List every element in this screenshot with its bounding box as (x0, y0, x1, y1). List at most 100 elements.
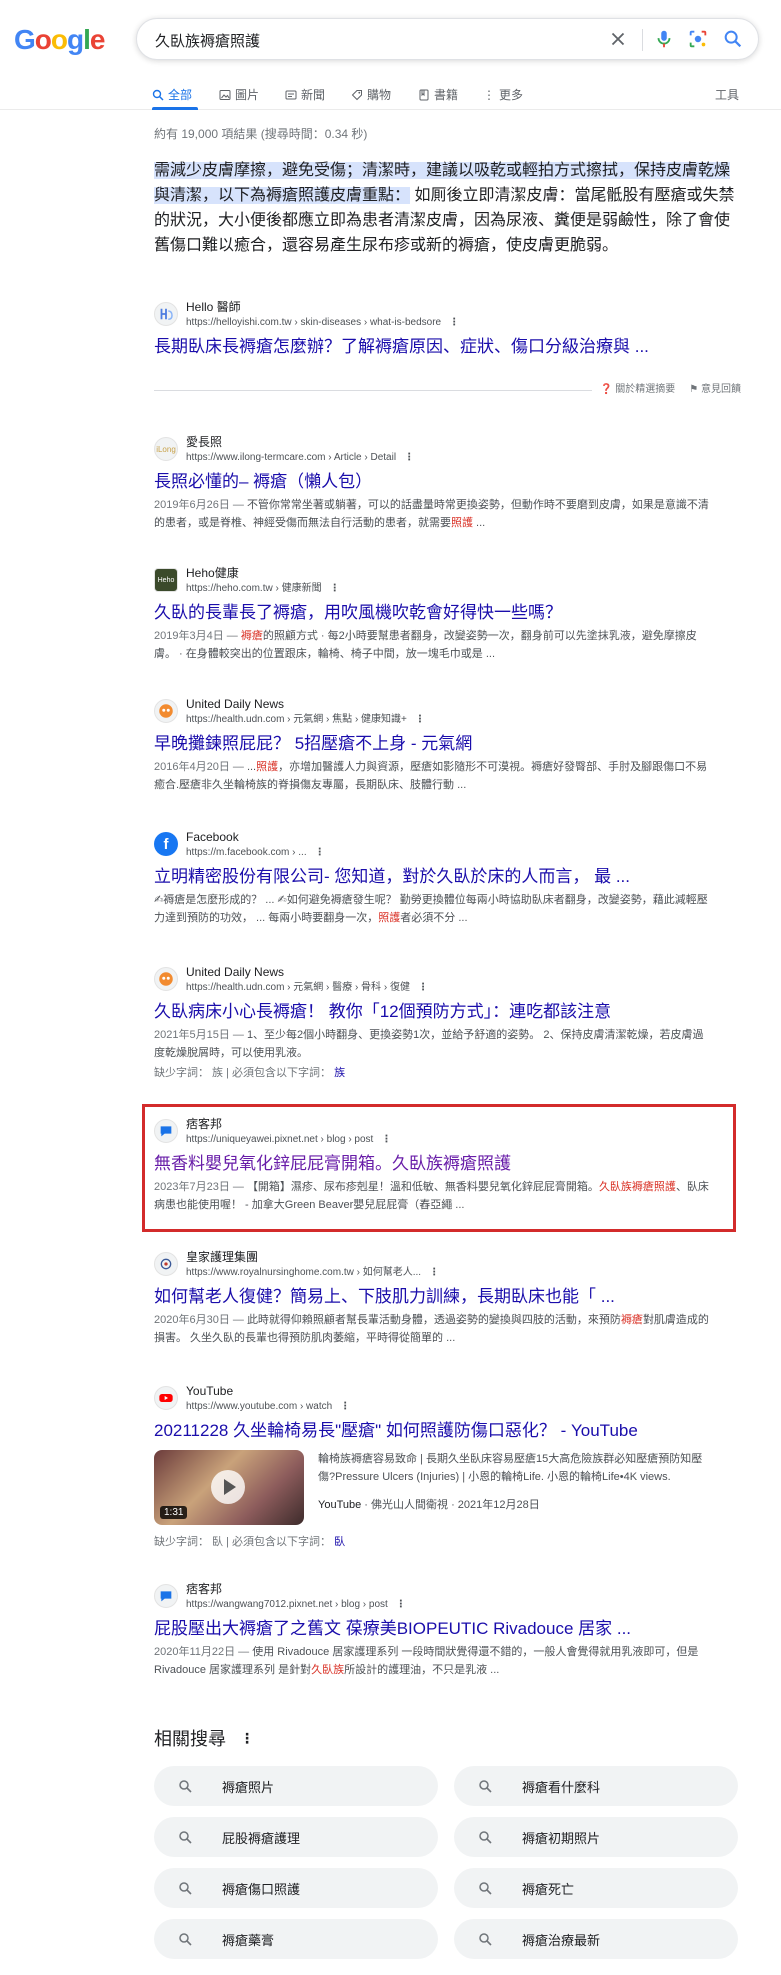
result-title-link[interactable]: 無香料嬰兒氧化鋅屁屁膏開箱。久臥族褥瘡照護 (154, 1153, 714, 1175)
news-icon (285, 90, 297, 99)
result-site-name: United Daily News (186, 697, 285, 711)
search-box[interactable]: 久臥族褥瘡照護 (136, 18, 759, 60)
video-result: YouTube https://www.youtube.com › watch ⋮… (154, 1384, 744, 1549)
result-title-link[interactable]: 如何幫老人復健？簡易上、下肢肌力訓練，長期臥床也能「 ... (154, 1286, 714, 1308)
search-tabs: 全部 圖片 新聞 購物 書籍 ⋮ 更多 工具 (0, 80, 781, 110)
related-search-chip[interactable]: 屁股褥瘡護理 (154, 1817, 438, 1857)
play-icon[interactable] (211, 1470, 245, 1504)
related-search-chip[interactable]: 褥瘡治療最新 (454, 1919, 738, 1959)
result-title-link[interactable]: 長期臥床長褥瘡怎麼辦？了解褥瘡原因、症狀、傷口分級治療與 ... (154, 336, 714, 358)
search-input[interactable]: 久臥族褥瘡照護 (155, 30, 260, 51)
result-snippet: 2019年6月26日 — 不管你常常坐著或躺著，可以的話盡量時常更換姿勢，但動作… (154, 499, 709, 529)
royal-nursing-favicon (154, 1252, 178, 1276)
missing-terms: 缺少字詞： 臥 | 必須包含以下字詞： 臥 (154, 1536, 346, 1548)
book-icon (419, 89, 429, 100)
more-options-icon[interactable]: ⋮ (240, 1730, 254, 1747)
search-result: 皇家護理集團 https://www.royalnursinghome.com.… (154, 1250, 714, 1347)
search-icon (179, 1882, 192, 1895)
heho-favicon: Heho (154, 568, 178, 592)
udn-favicon (154, 967, 178, 991)
more-options-icon[interactable]: ⋮ (429, 1267, 439, 1278)
tab-shopping[interactable]: 購物 (351, 86, 391, 103)
result-title-link[interactable]: 久臥的長輩長了褥瘡，用吹風機吹乾會好得快一些嗎？ (154, 602, 714, 624)
facebook-favicon: f (154, 832, 178, 856)
more-options-icon[interactable]: ⋮ (415, 714, 425, 725)
video-meta: YouTube · 佛光山人間衛視 · 2021年12月28日 (318, 1499, 540, 1511)
pixnet-favicon (154, 1584, 178, 1608)
result-site-name: Hello 醫師 (186, 300, 241, 314)
image-icon (219, 89, 231, 100)
feedback-link[interactable]: ⚑ 意見回饋 (689, 380, 741, 395)
search-divider (642, 29, 643, 51)
result-url: https://helloyishi.com.tw › skin-disease… (186, 317, 460, 328)
search-result: 痞客邦 https://uniqueyawei.pixnet.net › blo… (154, 1117, 714, 1214)
related-search-chip[interactable]: 褥瘡死亡 (454, 1868, 738, 1908)
ilong-favicon: iLong (154, 437, 178, 461)
result-site-name: Facebook (186, 830, 239, 844)
youtube-favicon (154, 1386, 178, 1410)
result-snippet: 2016年4月20日 — ...照護，亦增加醫護人力與資源，壓瘡如影隨形不可漠視… (154, 761, 708, 791)
result-title-link[interactable]: 長照必懂的– 褥瘡（懶人包） (154, 471, 714, 493)
mic-icon[interactable] (653, 28, 675, 50)
lens-icon[interactable] (687, 28, 709, 50)
tab-news[interactable]: 新聞 (285, 86, 325, 103)
result-title-link[interactable]: 久臥病床小心長褥瘡！ 教你「12個預防方式」：連吃都該注意 (154, 1001, 714, 1023)
required-term-link[interactable]: 族 (334, 1067, 345, 1079)
more-options-icon[interactable]: ⋮ (340, 1401, 350, 1412)
result-url: https://www.ilong-termcare.com › Article… (186, 452, 415, 463)
result-title-link[interactable]: 立明精密股份有限公司- 您知道，對於久臥於床的人而言， 最 ... (154, 866, 714, 888)
result-site-name: 痞客邦 (186, 1117, 223, 1131)
related-search-chip[interactable]: 褥瘡看什麼科 (454, 1766, 738, 1806)
video-description: 輪椅族褥瘡容易致命 | 長期久坐臥床容易壓瘡15大高危險族群必知壓瘡預防知壓傷?… (318, 1453, 703, 1483)
result-snippet: ✍褥瘡是怎麼形成的？ ... ✍如何避免褥瘡發生呢？ 勤勞更換體位每兩小時協助臥… (154, 894, 708, 924)
related-search-chip[interactable]: 褥瘡初期照片 (454, 1817, 738, 1857)
related-search-chip[interactable]: 褥瘡傷口照護 (154, 1868, 438, 1908)
result-snippet: 2021年5月15日 — 1、至少每2個小時翻身、更換姿勢1次，並給予舒適的姿勢… (154, 1029, 704, 1059)
result-url: https://health.udn.com › 元氣網 › 焦點 › 健康知識… (186, 714, 425, 725)
header: Google 久臥族褥瘡照護 (0, 0, 781, 78)
search-icon (179, 1831, 192, 1844)
result-title-link[interactable]: 早晚攤鍊照屁屁？ 5招壓瘡不上身 - 元氣網 (154, 733, 714, 755)
related-search-chip[interactable]: 褥瘡藥膏 (154, 1919, 438, 1959)
video-thumbnail[interactable]: 1:31 (154, 1450, 304, 1525)
result-stats: 約有 19,000 項結果 (搜尋時間：0.34 秒) (154, 127, 368, 141)
clear-icon[interactable] (607, 28, 629, 50)
google-logo[interactable]: Google (14, 24, 105, 56)
active-tab-indicator (152, 107, 198, 110)
search-result: 痞客邦 https://wangwang7012.pixnet.net › bl… (154, 1582, 714, 1679)
tools-button[interactable]: 工具 (715, 86, 739, 103)
feedback-icon: ⚑ (689, 384, 699, 395)
result-site-name: 愛長照 (186, 435, 223, 449)
more-options-icon[interactable]: ⋮ (381, 1134, 391, 1145)
result-title-link[interactable]: 屁股壓出大褥瘡了之舊文 葆療美BIOPEUTIC Rivadouce 居家 ..… (154, 1618, 714, 1640)
search-icon (479, 1831, 492, 1844)
related-search-chip[interactable]: 褥瘡照片 (154, 1766, 438, 1806)
more-options-icon[interactable]: ⋮ (396, 1599, 406, 1610)
more-options-icon[interactable]: ⋮ (418, 982, 428, 993)
snippet-footer: ❓ 關於精選摘要 ⚑ 意見回饋 (592, 380, 741, 395)
search-icon (179, 1933, 192, 1946)
result-site-name: 皇家護理集團 (186, 1250, 259, 1264)
tab-label: 圖片 (235, 88, 260, 102)
search-result: United Daily News https://health.udn.com… (154, 697, 714, 794)
tag-icon (351, 89, 362, 100)
tab-more[interactable]: ⋮ 更多 (483, 86, 523, 103)
result-url: https://health.udn.com › 元氣網 › 醫療 › 骨科 ›… (186, 982, 428, 993)
search-icon[interactable] (722, 28, 744, 50)
tab-label: 書籍 (434, 88, 459, 102)
video-title-link[interactable]: 20211228 久坐輪椅易長"壓瘡" 如何照護防傷口惡化？ - YouTube (154, 1420, 714, 1442)
tab-images[interactable]: 圖片 (219, 86, 259, 103)
help-icon: ❓ (600, 384, 613, 395)
more-options-icon[interactable]: ⋮ (404, 452, 414, 463)
required-term-link[interactable]: 臥 (334, 1536, 345, 1548)
tab-all[interactable]: 全部 (152, 86, 192, 103)
more-options-icon[interactable]: ⋮ (315, 847, 325, 858)
more-options-icon[interactable]: ⋮ (330, 583, 340, 594)
result-site-name: 痞客邦 (186, 1582, 223, 1596)
result-site-name: Heho健康 (186, 566, 239, 580)
more-options-icon[interactable]: ⋮ (449, 317, 459, 328)
tab-books[interactable]: 書籍 (418, 86, 458, 103)
about-snippet-link[interactable]: ❓ 關於精選摘要 (600, 380, 675, 395)
udn-favicon (154, 699, 178, 723)
video-duration: 1:31 (160, 1506, 188, 1519)
